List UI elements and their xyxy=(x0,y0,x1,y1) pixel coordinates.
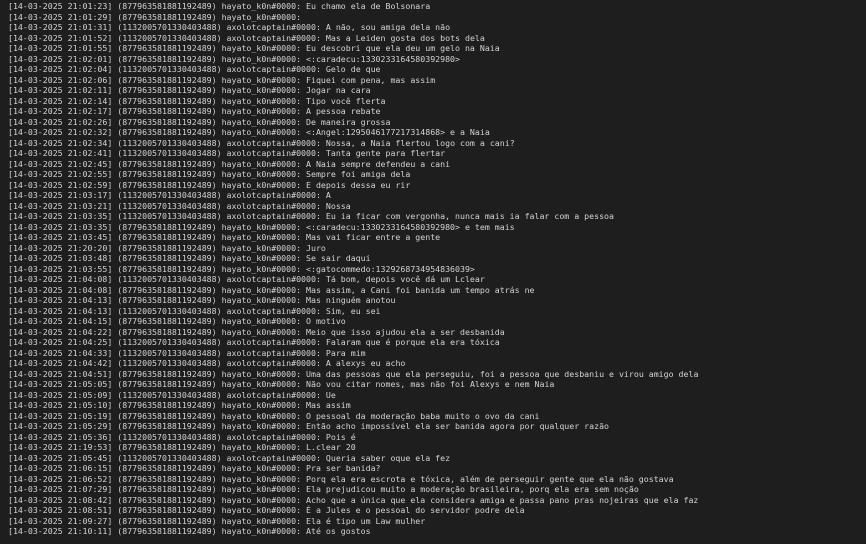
log-line: [14-03-2025 21:04:51] (87796358188119248… xyxy=(8,368,699,379)
log-viewer[interactable]: [14-03-2025 21:01:23] (87796358188119248… xyxy=(0,0,866,544)
log-line: [14-03-2025 21:03:35] (87796358188119248… xyxy=(8,221,515,232)
log-line: [14-03-2025 21:01:23] (87796358188119248… xyxy=(8,1,431,11)
chat-log: [14-03-2025 21:01:23] (87796358188119248… xyxy=(8,1,866,537)
log-line: [14-03-2025 21:02:41] (11320057013304034… xyxy=(8,148,446,158)
log-line: [14-03-2025 21:03:45] (87796358188119248… xyxy=(8,232,441,242)
log-line: [14-03-2025 21:01:52] (11320057013304034… xyxy=(8,32,485,43)
log-line: [14-03-2025 21:06:52] (87796358188119248… xyxy=(8,473,674,484)
log-line: [14-03-2025 21:04:15] (87796358188119248… xyxy=(8,316,346,326)
log-line: [14-03-2025 21:04:08] (11320057013304034… xyxy=(8,274,485,284)
log-line: [14-03-2025 21:01:29] (87796358188119248… xyxy=(8,11,302,22)
log-line: [14-03-2025 21:19:53] (87796358188119248… xyxy=(8,442,356,452)
log-line: [14-03-2025 21:02:04] (11320057013304034… xyxy=(8,64,381,74)
log-line: [14-03-2025 21:03:48] (87796358188119248… xyxy=(8,253,371,263)
log-line: [14-03-2025 21:01:31] (11320057013304034… xyxy=(8,22,451,32)
log-line: [14-03-2025 21:05:19] (87796358188119248… xyxy=(8,410,540,421)
log-line: [14-03-2025 21:02:11] (87796358188119248… xyxy=(8,85,371,95)
log-line: [14-03-2025 21:02:14] (87796358188119248… xyxy=(8,95,386,106)
log-line: [14-03-2025 21:02:55] (87796358188119248… xyxy=(8,169,411,179)
log-line: [14-03-2025 21:20:20] (87796358188119248… xyxy=(8,242,326,253)
log-line: [14-03-2025 21:05:29] (87796358188119248… xyxy=(8,421,609,431)
log-line: [14-03-2025 21:05:45] (11320057013304034… xyxy=(8,452,451,463)
log-line: [14-03-2025 21:03:17] (11320057013304034… xyxy=(8,190,331,200)
log-line: [14-03-2025 21:02:32] (87796358188119248… xyxy=(8,127,490,137)
log-line: [14-03-2025 21:07:29] (87796358188119248… xyxy=(8,484,639,494)
log-line: [14-03-2025 21:04:22] (87796358188119248… xyxy=(8,326,505,337)
log-line: [14-03-2025 21:02:34] (11320057013304034… xyxy=(8,137,515,148)
log-line: [14-03-2025 21:04:13] (11320057013304034… xyxy=(8,305,381,316)
log-line: [14-03-2025 21:02:59] (87796358188119248… xyxy=(8,179,411,190)
log-line: [14-03-2025 21:09:27] (87796358188119248… xyxy=(8,515,426,526)
log-line: [14-03-2025 21:06:15] (87796358188119248… xyxy=(8,463,381,473)
log-line: [14-03-2025 21:08:51] (87796358188119248… xyxy=(8,505,525,515)
log-line: [14-03-2025 21:01:55] (87796358188119248… xyxy=(8,43,500,53)
log-line: [14-03-2025 21:04:33] (11320057013304034… xyxy=(8,347,366,358)
log-line: [14-03-2025 21:02:45] (87796358188119248… xyxy=(8,158,451,169)
log-line: [14-03-2025 21:04:08] (87796358188119248… xyxy=(8,284,535,295)
log-line: [14-03-2025 21:04:13] (87796358188119248… xyxy=(8,295,396,305)
log-line: [14-03-2025 21:04:25] (11320057013304034… xyxy=(8,337,500,347)
log-line: [14-03-2025 21:05:05] (87796358188119248… xyxy=(8,379,555,389)
log-line: [14-03-2025 21:08:42] (87796358188119248… xyxy=(8,494,699,505)
log-line: [14-03-2025 21:03:21] (11320057013304034… xyxy=(8,200,351,211)
log-line: [14-03-2025 21:04:42] (11320057013304034… xyxy=(8,358,406,368)
log-line: [14-03-2025 21:02:06] (87796358188119248… xyxy=(8,74,436,85)
log-line: [14-03-2025 21:10:11] (87796358188119248… xyxy=(8,526,371,536)
log-line: [14-03-2025 21:02:17] (87796358188119248… xyxy=(8,106,381,116)
log-line: [14-03-2025 21:03:55] (87796358188119248… xyxy=(8,263,475,274)
log-line: [14-03-2025 21:05:10] (87796358188119248… xyxy=(8,400,351,410)
log-line: [14-03-2025 21:05:09] (11320057013304034… xyxy=(8,389,336,400)
log-line: [14-03-2025 21:05:36] (11320057013304034… xyxy=(8,431,356,442)
log-line: [14-03-2025 21:02:26] (87796358188119248… xyxy=(8,116,391,127)
log-line: [14-03-2025 21:02:01] (87796358188119248… xyxy=(8,53,460,64)
log-line: [14-03-2025 21:03:35] (11320057013304034… xyxy=(8,211,614,221)
